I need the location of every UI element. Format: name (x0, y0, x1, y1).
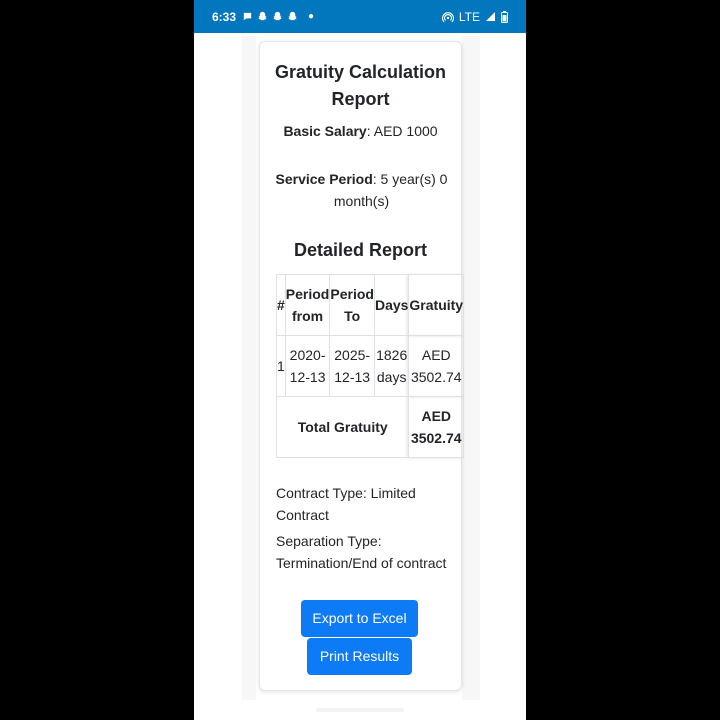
service-period-label: Service Period (275, 171, 373, 187)
export-excel-button[interactable]: Export to Excel (301, 600, 418, 637)
status-bar: 6:33 ● LTE (194, 0, 526, 33)
network-type: LTE (458, 9, 480, 24)
table-header: # (276, 274, 286, 336)
background-panel (462, 36, 480, 700)
snapchat-icon (273, 11, 282, 21)
gesture-nav-bar[interactable] (316, 708, 404, 712)
contract-type: Contract Type: Limited Contract (276, 485, 416, 523)
total-label: Total Gratuity (275, 396, 410, 458)
table-cell: 1 (276, 335, 286, 397)
table-header: Period To (329, 274, 375, 336)
battery-icon (501, 10, 508, 23)
total-value: AED 3502.74 (408, 396, 465, 458)
table-cell: 2025-12-13 (329, 335, 375, 397)
service-period-line: Service Period: 5 year(s) 0 month(s) (274, 168, 449, 212)
signal-icon (486, 12, 495, 21)
snapchat-icon (258, 11, 267, 21)
print-results-button[interactable]: Print Results (307, 638, 412, 675)
separation-type: Separation Type: Termination/End of cont… (276, 533, 447, 571)
snapchat-icon (288, 11, 297, 21)
table-header: Period from (284, 274, 331, 336)
table-cell: 2020-12-13 (284, 335, 331, 397)
table-cell: 1826 days (373, 335, 410, 397)
status-time: 6:33 (212, 9, 237, 24)
hotspot-icon (441, 11, 454, 22)
report-card: Gratuity Calculation Report Basic Salary… (259, 41, 465, 691)
table-header-row: # Period from Period To Days Gratuity (276, 274, 465, 336)
table-cell: AED 3502.74 (408, 335, 465, 397)
total-row: Total Gratuity AED 3502.74 (275, 396, 465, 458)
detailed-report-title: Detailed Report (293, 240, 428, 260)
phone-screen: 6:33 ● LTE Gratuity Calculation Report B… (194, 0, 526, 720)
detailed-report-table: # Period from Period To Days Gratuity 1 … (275, 274, 465, 458)
chat-bubble-icon (243, 12, 252, 21)
table-header: Gratuity (408, 274, 465, 336)
basic-salary-value: : AED 1000 (366, 123, 438, 139)
table-row: 1 2020-12-13 2025-12-13 1826 days AED 35… (276, 335, 465, 397)
report-title: Gratuity Calculation Report (274, 62, 447, 109)
more-notifications-dot-icon: ● (308, 11, 315, 22)
basic-salary-label: Basic Salary (283, 123, 367, 139)
table-header: Days (373, 274, 410, 336)
basic-salary-line: Basic Salary: AED 1000 (260, 120, 461, 142)
background-panel (242, 36, 256, 700)
